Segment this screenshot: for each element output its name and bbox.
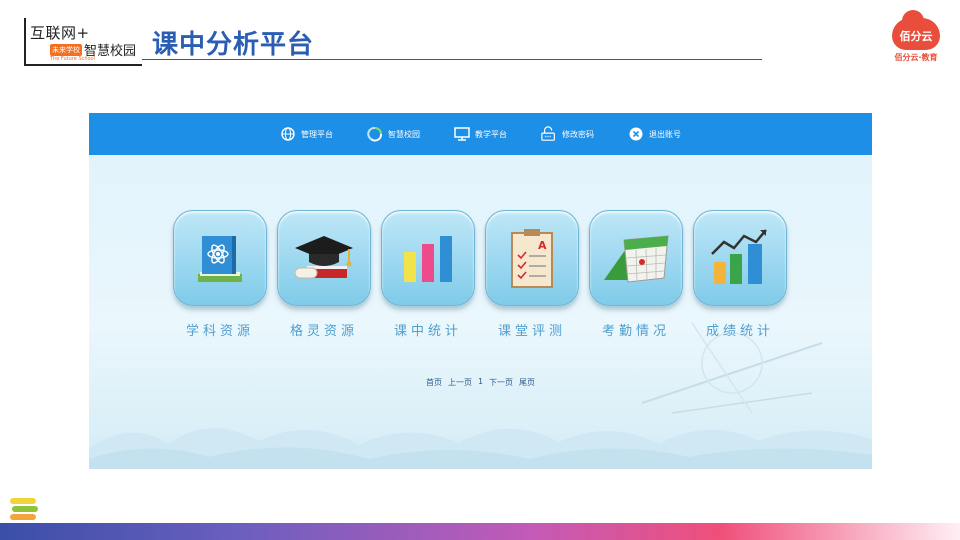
books-stack-icon [10,498,38,520]
nav-label: 修改密码 [562,129,594,139]
lock-icon: *** [541,126,557,142]
brand-mark: 佰分云 [899,30,933,43]
tile-label: 成绩统计 [705,324,774,339]
tile-geling-resources[interactable]: 格灵资源 [277,210,371,339]
slide: 互联网+ 未来学校 智慧校园 The Future School 课中分析平台 … [0,0,960,540]
school-logo: 互联网+ 未来学校 智慧校园 The Future School [24,18,142,66]
tile-attendance[interactable]: 考勤情况 [589,210,683,339]
tile-label: 学科资源 [185,324,254,339]
svg-text:***: *** [545,135,552,141]
pager-prev[interactable]: 上一页 [448,377,472,388]
tile-button[interactable] [381,210,475,306]
tile-button[interactable]: A [485,210,579,306]
tile-button[interactable] [277,210,371,306]
tile-subject-resources[interactable]: 学科资源 [173,210,267,339]
tile-classroom-evaluation[interactable]: A 课堂评测 [485,210,579,339]
bar-chart-icon [404,236,452,282]
nav-label: 教学平台 [475,129,507,139]
checklist-icon: A [511,229,553,288]
pagination: 首页 上一页 1 下一页 尾页 [89,377,872,388]
recycle-icon [367,126,383,142]
tile-class-statistics[interactable]: 课中统计 [381,210,475,339]
pager-first[interactable]: 首页 [426,377,442,388]
atom-book-icon [198,236,242,282]
nav-label: 退出账号 [649,129,681,139]
nav-smart-campus[interactable]: 智慧校园 [367,126,420,142]
nav-logout[interactable]: 退出账号 [628,126,681,142]
tile-button[interactable] [589,210,683,306]
nav-change-password[interactable]: *** 修改密码 [541,126,594,142]
tile-grade-statistics[interactable]: 成绩统计 [693,210,787,339]
tile-button[interactable] [693,210,787,306]
close-circle-icon [628,126,644,142]
cloud-icon: 佰分云 [892,10,940,50]
nav-label: 管理平台 [301,129,333,139]
title-divider [142,59,762,60]
page-title: 课中分析平台 [152,30,315,60]
svg-text:A: A [538,239,547,252]
tile-label: 课堂评测 [497,324,566,339]
nav-label: 智慧校园 [388,129,420,139]
nav-manage-platform[interactable]: 管理平台 [280,126,333,142]
top-nav-bar: 管理平台 智慧校园 教学平台 *** 修改密码 退出账号 [89,113,872,155]
trend-chart-icon [711,229,767,284]
brand-label: 佰分云·教育 [894,53,938,62]
module-tiles: 学科资源 格灵资源 课中统计 A 课堂评测 考勤情况 成绩统计 [173,210,787,339]
calendar-icon [604,235,669,283]
nav-teaching-platform[interactable]: 教学平台 [454,126,507,142]
monitor-icon [454,126,470,142]
globe-icon [280,126,296,142]
pager-current: 1 [477,377,484,386]
cloud-decoration [89,428,872,469]
brand-logo: 佰分云 佰分云·教育 [888,10,944,64]
platform-screenshot: 管理平台 智慧校园 教学平台 *** 修改密码 退出账号 学科资源 格灵资源 课… [89,113,872,469]
tile-label: 课中统计 [393,324,462,339]
footer-band [0,523,960,540]
pager-last[interactable]: 尾页 [519,377,535,388]
graduation-cap-icon [294,236,353,279]
tile-button[interactable] [173,210,267,306]
tile-label: 考勤情况 [601,324,670,339]
logo-english: The Future School [50,56,95,62]
tile-label: 格灵资源 [289,324,358,339]
pager-next[interactable]: 下一页 [489,377,513,388]
logo-tag: 未来学校 [50,43,82,56]
